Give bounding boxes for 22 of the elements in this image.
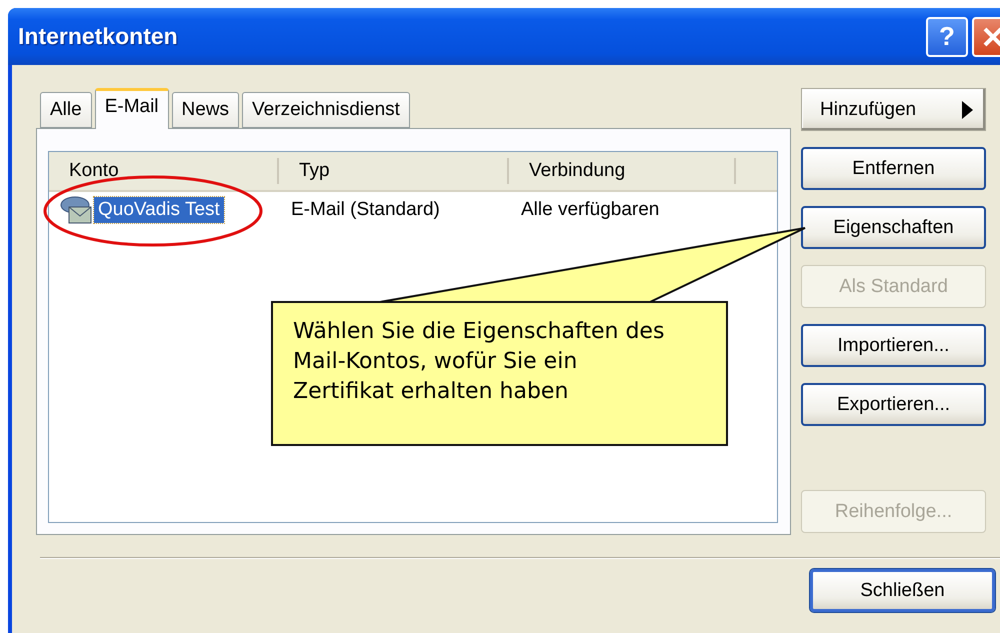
column-header[interactable]: Typ: [279, 158, 509, 184]
menu-arrow-icon: [962, 100, 973, 118]
account-name[interactable]: QuoVadis Test: [94, 197, 224, 223]
column-header[interactable]: Konto: [49, 158, 279, 184]
dialog-button[interactable]: Eigenschaften: [801, 206, 986, 249]
tab[interactable]: Verzeichnisdienst: [242, 92, 410, 128]
window-title: Internetkonten: [18, 23, 179, 50]
tab[interactable]: Alle: [40, 92, 92, 128]
tab[interactable]: News: [172, 92, 240, 128]
table-cell-text: Alle verfügbaren: [520, 199, 660, 221]
help-button[interactable]: ?: [926, 16, 968, 56]
dialog-button[interactable]: Entfernen: [801, 147, 986, 190]
close-dialog-button[interactable]: Schließen: [810, 569, 995, 612]
dialog-button[interactable]: Exportieren...: [801, 383, 986, 426]
callout-text: Wählen Sie die Eigenschaften des Mail-Kontos, wofür Sie ein Zertifikat erhalten haben: [293, 318, 666, 406]
dialog-button[interactable]: Importieren...: [801, 324, 986, 367]
table-cell-text: E-Mail (Standard): [290, 199, 441, 221]
menu-button[interactable]: Hinzufügen: [801, 88, 986, 131]
column-header[interactable]: Verbindung: [509, 158, 736, 184]
close-icon: [982, 26, 1000, 48]
mail-account-icon: [59, 195, 93, 225]
tab[interactable]: E-Mail: [94, 88, 169, 129]
